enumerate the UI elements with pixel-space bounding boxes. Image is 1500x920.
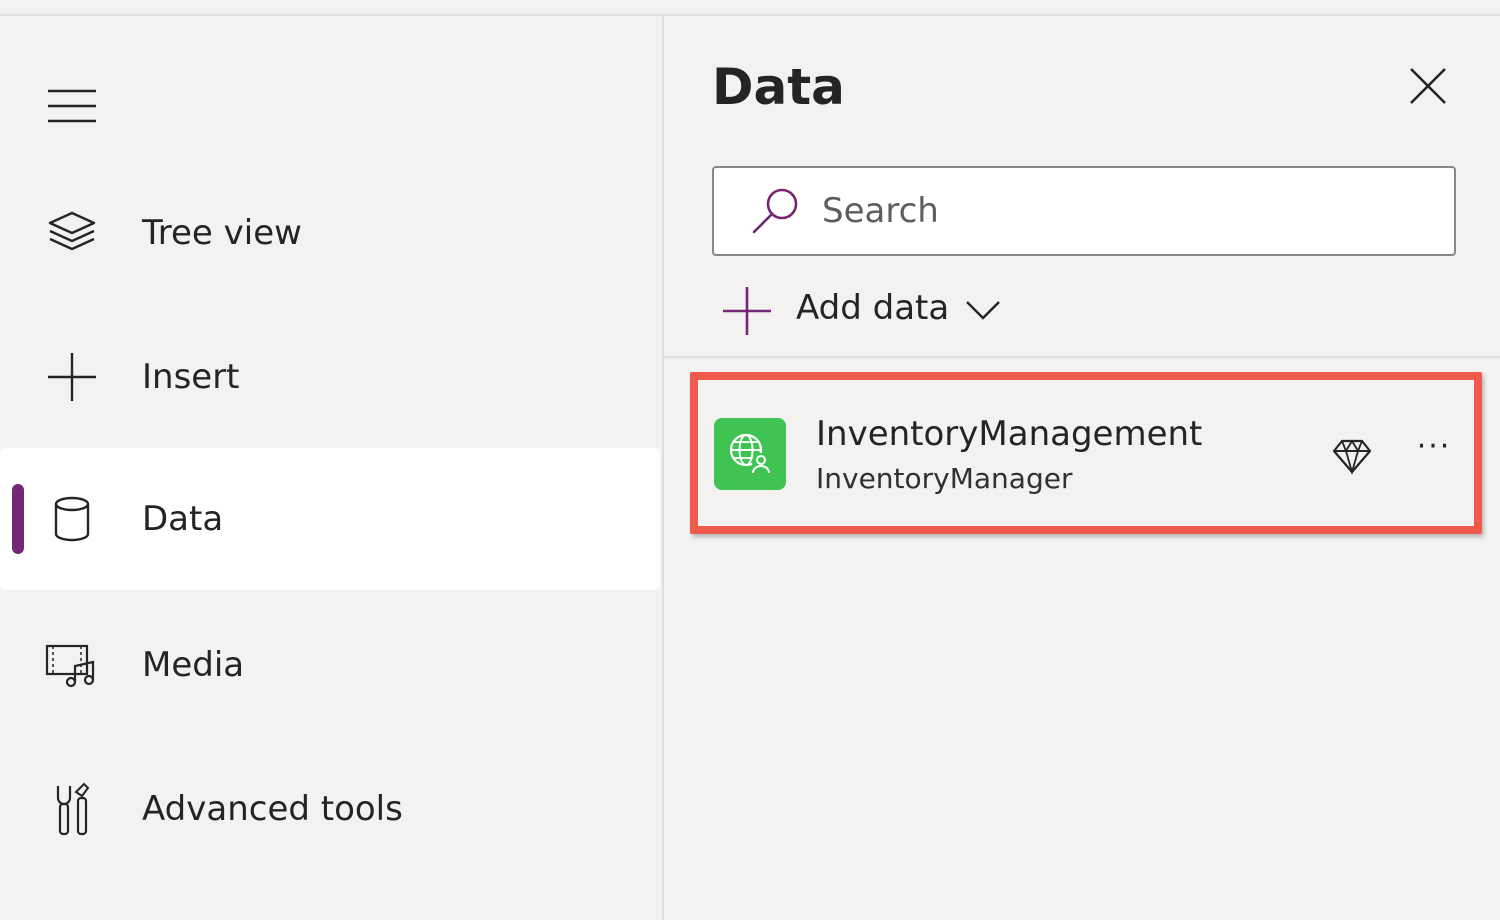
add-icon xyxy=(722,286,772,336)
nav-label-media: Media xyxy=(142,645,245,685)
data-source-subtitle: InventoryManager xyxy=(816,462,1073,495)
pane-title: Data xyxy=(712,58,845,116)
globe-user-icon xyxy=(714,418,786,490)
close-button[interactable] xyxy=(1402,62,1454,114)
add-data-button[interactable]: Add data xyxy=(712,268,1036,354)
pane-divider xyxy=(664,356,1500,358)
left-rail: Tree view Insert Data Media Advanced too… xyxy=(0,16,662,920)
data-source-name: InventoryManagement xyxy=(816,414,1203,454)
nav-item-advanced-tools[interactable]: Advanced tools xyxy=(0,738,660,880)
layers-icon xyxy=(44,205,100,261)
selected-indicator xyxy=(12,484,24,554)
data-source-item[interactable]: InventoryManagement InventoryManager ··· xyxy=(700,386,1476,526)
add-data-label: Add data xyxy=(796,288,950,328)
tools-icon xyxy=(44,781,100,837)
plus-icon xyxy=(44,349,100,405)
top-border xyxy=(0,0,1500,16)
nav-label-insert: Insert xyxy=(142,357,240,397)
nav-label-data: Data xyxy=(142,499,224,539)
search-icon xyxy=(748,184,804,240)
nav-item-data[interactable]: Data xyxy=(0,448,660,590)
media-icon xyxy=(44,637,100,693)
search-box[interactable] xyxy=(712,166,1456,256)
rail-divider xyxy=(662,16,664,920)
nav-label-tree-view: Tree view xyxy=(142,213,302,253)
close-icon xyxy=(1408,66,1448,110)
premium-diamond-icon xyxy=(1332,436,1372,476)
more-options-icon[interactable]: ··· xyxy=(1412,426,1456,466)
database-icon xyxy=(44,491,100,547)
nav-label-advanced-tools: Advanced tools xyxy=(142,789,403,829)
nav-item-tree-view[interactable]: Tree view xyxy=(0,162,660,304)
nav-item-insert[interactable]: Insert xyxy=(0,306,660,448)
chevron-down-icon xyxy=(964,294,1002,324)
hamburger-menu-icon[interactable] xyxy=(46,88,98,124)
nav-item-media[interactable]: Media xyxy=(0,594,660,736)
search-input[interactable] xyxy=(822,182,1422,240)
